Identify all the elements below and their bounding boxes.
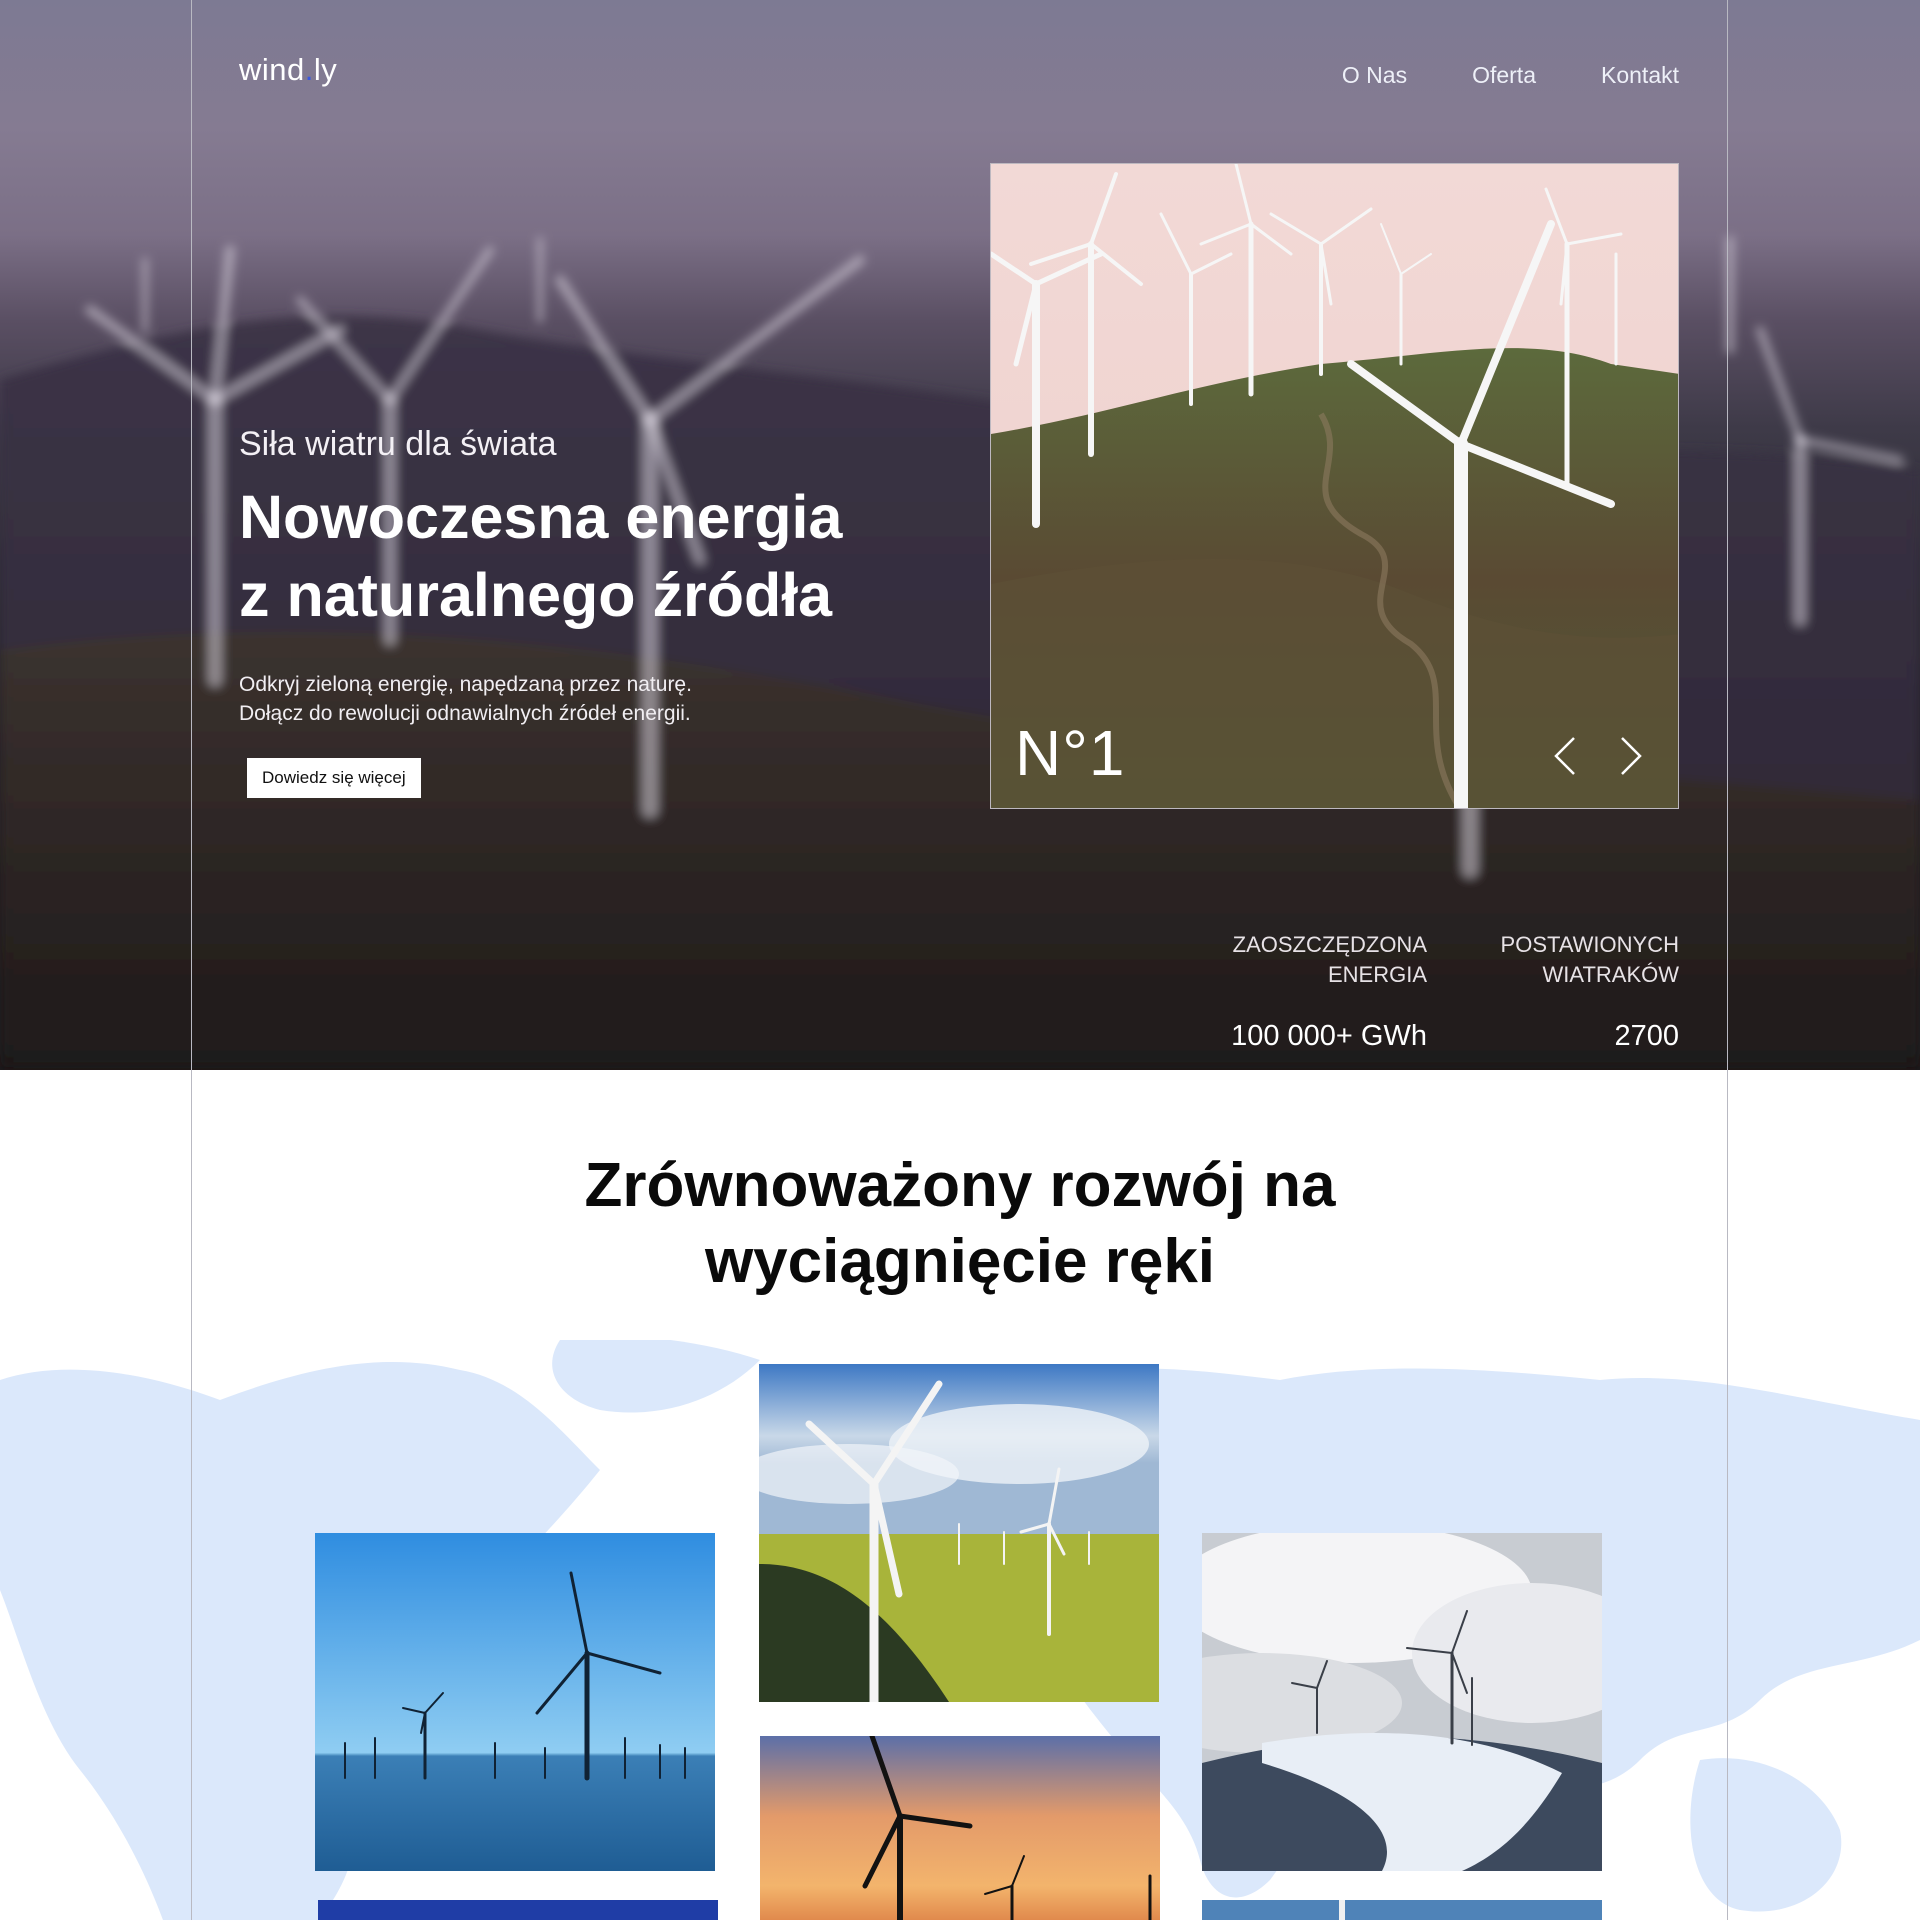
main-nav: O Nas Oferta Kontakt bbox=[1342, 62, 1679, 89]
image-slider: N°1 bbox=[990, 163, 1679, 809]
slide-number: N°1 bbox=[1015, 717, 1126, 789]
section-title: Zrównoważony rozwój na wyciągnięcie ręki bbox=[0, 1148, 1920, 1300]
stat-value: 100 000+ GWh bbox=[1231, 1020, 1427, 1052]
photo-sky-turbines bbox=[1202, 1900, 1602, 1920]
stat-value: 2700 bbox=[1614, 1020, 1679, 1052]
nav-link-about[interactable]: O Nas bbox=[1342, 62, 1407, 89]
sustainability-section: Zrównoważony rozwój na wyciągnięcie ręki bbox=[0, 1070, 1920, 1920]
nav-link-contact[interactable]: Kontakt bbox=[1601, 62, 1679, 89]
hero-section: wind.ly O Nas Oferta Kontakt Siła wiatru… bbox=[0, 0, 1920, 1070]
logo-text: wind bbox=[239, 52, 305, 87]
nav-link-offer[interactable]: Oferta bbox=[1472, 62, 1536, 89]
stat-label-line2: ENERGIA bbox=[1327, 962, 1427, 987]
slider-image bbox=[991, 164, 1678, 808]
stat-energy: ZAOSZCZĘDZONA ENERGIA 100 000+ GWh bbox=[1217, 930, 1427, 1053]
photo-sunset-turbines bbox=[760, 1736, 1160, 1920]
section-title-line2: wyciągnięcie ręki bbox=[704, 1227, 1216, 1296]
stat-label: ZAOSZCZĘDZONA ENERGIA bbox=[1217, 930, 1427, 990]
stat-label-line1: ZAOSZCZĘDZONA bbox=[1232, 932, 1427, 957]
logo-dot: . bbox=[304, 52, 314, 87]
hero-headline-line1: Nowoczesna energia bbox=[239, 483, 843, 551]
brand-logo[interactable]: wind.ly bbox=[239, 52, 337, 88]
section-title-line1: Zrównoważony rozwój na bbox=[584, 1151, 1336, 1220]
photo-field-turbines bbox=[759, 1364, 1159, 1702]
hero-headline-line2: z naturalnego źródła bbox=[239, 561, 833, 629]
photo-snow-turbines bbox=[1202, 1533, 1602, 1871]
stat-label-line1: POSTAWIONYCH bbox=[1500, 932, 1679, 957]
layout-guide-right bbox=[1727, 0, 1728, 1920]
stats-block: ZAOSZCZĘDZONA ENERGIA 100 000+ GWh POSTA… bbox=[1217, 930, 1679, 1053]
hero-subtitle: Siła wiatru dla świata bbox=[239, 425, 557, 463]
stat-turbines: POSTAWIONYCH WIATRAKÓW 2700 bbox=[1489, 930, 1679, 1053]
chevron-left-icon[interactable] bbox=[1548, 734, 1588, 778]
hero-lead-line1: Odkryj zieloną energię, napędzaną przez … bbox=[239, 673, 692, 696]
stat-label-line2: WIATRAKÓW bbox=[1542, 962, 1679, 987]
chevron-right-icon[interactable] bbox=[1608, 734, 1648, 778]
photo-blue-turbines bbox=[318, 1900, 718, 1920]
learn-more-button[interactable]: Dowiedz się więcej bbox=[247, 758, 421, 798]
photo-offshore-turbines bbox=[315, 1533, 715, 1871]
logo-text-suffix: ly bbox=[313, 52, 338, 87]
hero-headline: Nowoczesna energia z naturalnego źródła bbox=[239, 478, 879, 634]
hero-text-block: Siła wiatru dla świata Nowoczesna energi… bbox=[239, 425, 879, 798]
layout-guide-left bbox=[191, 0, 192, 1920]
stat-label: POSTAWIONYCH WIATRAKÓW bbox=[1489, 930, 1679, 990]
hero-lead: Odkryj zieloną energię, napędzaną przez … bbox=[239, 670, 879, 728]
hero-lead-line2: Dołącz do rewolucji odnawialnych źródeł … bbox=[239, 702, 691, 725]
